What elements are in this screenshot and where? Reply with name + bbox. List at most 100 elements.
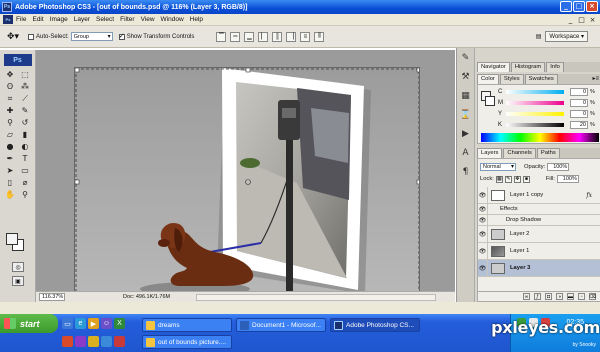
lock-transparency-icon[interactable]: ▦ <box>495 175 503 183</box>
eraser-icon[interactable]: ▱ <box>4 129 17 140</box>
lock-position-icon[interactable]: ✥ <box>513 175 521 183</box>
notes-icon[interactable]: ▯ <box>4 177 17 188</box>
panel-menu-icon[interactable]: ▸≡ <box>592 75 599 82</box>
magenta-value[interactable]: 0 <box>570 99 588 107</box>
tab-styles[interactable]: Styles <box>499 74 524 84</box>
horizontal-scrollbar[interactable] <box>196 294 436 301</box>
fill-field[interactable]: 100% <box>556 175 579 183</box>
visibility-eye-icon[interactable]: 👁 <box>478 242 488 260</box>
layer-comps-icon[interactable]: ▦ <box>459 89 473 102</box>
zoom-level-field[interactable]: 116.37% <box>39 293 65 301</box>
show-transform-checkbox[interactable] <box>118 32 125 40</box>
menu-view[interactable]: View <box>141 16 155 23</box>
healing-icon[interactable]: ✚ <box>4 105 17 116</box>
menu-file[interactable]: File <box>16 16 26 23</box>
add-mask-icon[interactable]: ◘ <box>545 293 552 300</box>
screen-mode-icon[interactable]: ▣ <box>12 276 24 286</box>
menu-filter[interactable]: Filter <box>120 16 134 23</box>
type-icon[interactable]: T <box>19 153 32 164</box>
doc-minimize-button[interactable]: _ <box>566 15 575 24</box>
tab-layers[interactable]: Layers <box>477 148 503 158</box>
history-panel-icon[interactable]: ⌛ <box>459 108 473 121</box>
show-transform-option[interactable]: Show Transform Controls <box>118 32 194 40</box>
visibility-eye-icon[interactable]: 👁 <box>478 214 488 226</box>
layer-effects-icon[interactable]: fx <box>586 192 592 199</box>
menu-select[interactable]: Select <box>96 16 114 23</box>
menu-image[interactable]: Image <box>50 16 68 23</box>
quick-mask-icon[interactable]: ◎ <box>12 262 24 272</box>
close-button[interactable]: × <box>586 1 598 12</box>
delete-layer-icon[interactable]: ⌫ <box>589 293 596 300</box>
show-desktop-icon[interactable]: ▭ <box>62 318 73 329</box>
outlook-icon[interactable] <box>88 336 99 347</box>
align-middle-icon[interactable]: ═ <box>230 31 241 42</box>
layer-row[interactable]: 👁 Layer 2 <box>478 225 600 243</box>
menu-edit[interactable]: Edit <box>32 16 43 23</box>
pen-icon[interactable]: ✒ <box>4 153 17 164</box>
acrobat-icon[interactable] <box>114 336 125 347</box>
cyan-value[interactable]: 0 <box>570 88 588 96</box>
actions-panel-icon[interactable]: ▶ <box>459 127 473 140</box>
layer-row[interactable]: 👁 Layer 1 copy fx <box>478 186 600 204</box>
color-background-swatch[interactable] <box>485 96 495 106</box>
new-group-icon[interactable]: ▬ <box>567 293 574 300</box>
auto-select-checkbox[interactable] <box>28 33 34 40</box>
task-photoshop[interactable]: Adobe Photoshop CS... <box>330 318 420 332</box>
character-panel-icon[interactable]: A <box>459 146 473 159</box>
opacity-field[interactable]: 100% <box>547 163 570 171</box>
stamp-icon[interactable]: ⚲ <box>4 117 17 128</box>
add-style-icon[interactable]: ƒ <box>534 293 541 300</box>
foreground-color-swatch[interactable] <box>6 233 18 245</box>
doc-restore-button[interactable]: □ <box>577 15 586 24</box>
magic-wand-icon[interactable]: ⁂ <box>19 81 32 92</box>
blend-mode-dropdown[interactable]: Normal <box>480 163 516 171</box>
layer-effects-row[interactable]: 👁 Effects <box>478 203 600 215</box>
menu-layer[interactable]: Layer <box>74 16 90 23</box>
lasso-icon[interactable]: ʘ <box>4 81 17 92</box>
paragraph-panel-icon[interactable]: ¶ <box>459 165 473 178</box>
lock-pixels-icon[interactable]: ✎ <box>504 175 512 183</box>
gradient-icon[interactable]: ▮ <box>19 129 32 140</box>
marquee-icon[interactable]: ⬚ <box>19 69 32 80</box>
hand-icon[interactable]: ✋ <box>4 189 17 200</box>
workspace-button[interactable]: Workspace ▾ <box>545 31 588 42</box>
layer-row-selected[interactable]: 👁 Layer 3 <box>478 259 600 277</box>
auto-select-dropdown[interactable]: Group <box>70 32 113 41</box>
path-select-icon[interactable]: ➤ <box>4 165 17 176</box>
menu-window[interactable]: Window <box>161 16 184 23</box>
magenta-slider[interactable] <box>506 101 564 105</box>
task-word[interactable]: Document1 - Microsof... <box>236 318 326 332</box>
powerpoint-icon[interactable] <box>62 336 73 347</box>
link-layers-icon[interactable]: ∞ <box>523 293 530 300</box>
slice-icon[interactable]: ⟋ <box>19 93 32 104</box>
tool-presets-icon[interactable]: ⚒ <box>459 70 473 83</box>
align-top-icon[interactable]: ▔ <box>216 31 227 42</box>
tab-swatches[interactable]: Swatches <box>524 74 558 84</box>
black-value[interactable]: 20 <box>570 121 588 129</box>
history-brush-icon[interactable]: ↺ <box>19 117 32 128</box>
task-out-of-bounds-folder[interactable]: out of bounds picture.... <box>142 335 232 349</box>
tab-info[interactable]: Info <box>546 62 564 72</box>
align-center-icon[interactable]: ║ <box>272 31 283 42</box>
start-button[interactable]: start <box>0 314 58 333</box>
visibility-eye-icon[interactable]: 👁 <box>478 186 488 204</box>
tab-histogram[interactable]: Histogram <box>510 62 546 72</box>
doc-close-button[interactable]: × <box>588 15 597 24</box>
yellow-value[interactable]: 0 <box>570 110 588 118</box>
document-size-info[interactable]: Doc: 496.1K/1.76M <box>123 294 170 300</box>
visibility-eye-icon[interactable]: 👁 <box>478 259 488 277</box>
crop-icon[interactable]: ⌗ <box>4 93 17 104</box>
onenote-icon[interactable] <box>75 336 86 347</box>
layer-effect-row[interactable]: 👁 Drop Shadow <box>478 214 600 226</box>
tab-navigator[interactable]: Navigator <box>477 62 510 72</box>
minimize-button[interactable]: _ <box>560 1 572 12</box>
document-canvas[interactable] <box>74 67 420 296</box>
distribute-horizontal-icon[interactable]: ⫼ <box>314 31 325 42</box>
shape-icon[interactable]: ▭ <box>19 165 32 176</box>
move-tool-preset-icon[interactable]: ✥▾ <box>4 29 22 45</box>
palette-well-icon[interactable]: ▤ <box>536 33 542 40</box>
cyan-slider[interactable] <box>506 90 564 94</box>
layer-row[interactable]: 👁 Layer 1 <box>478 242 600 260</box>
auto-select-option[interactable]: Auto-Select: <box>28 33 69 40</box>
visibility-eye-icon[interactable]: 👁 <box>478 225 488 243</box>
